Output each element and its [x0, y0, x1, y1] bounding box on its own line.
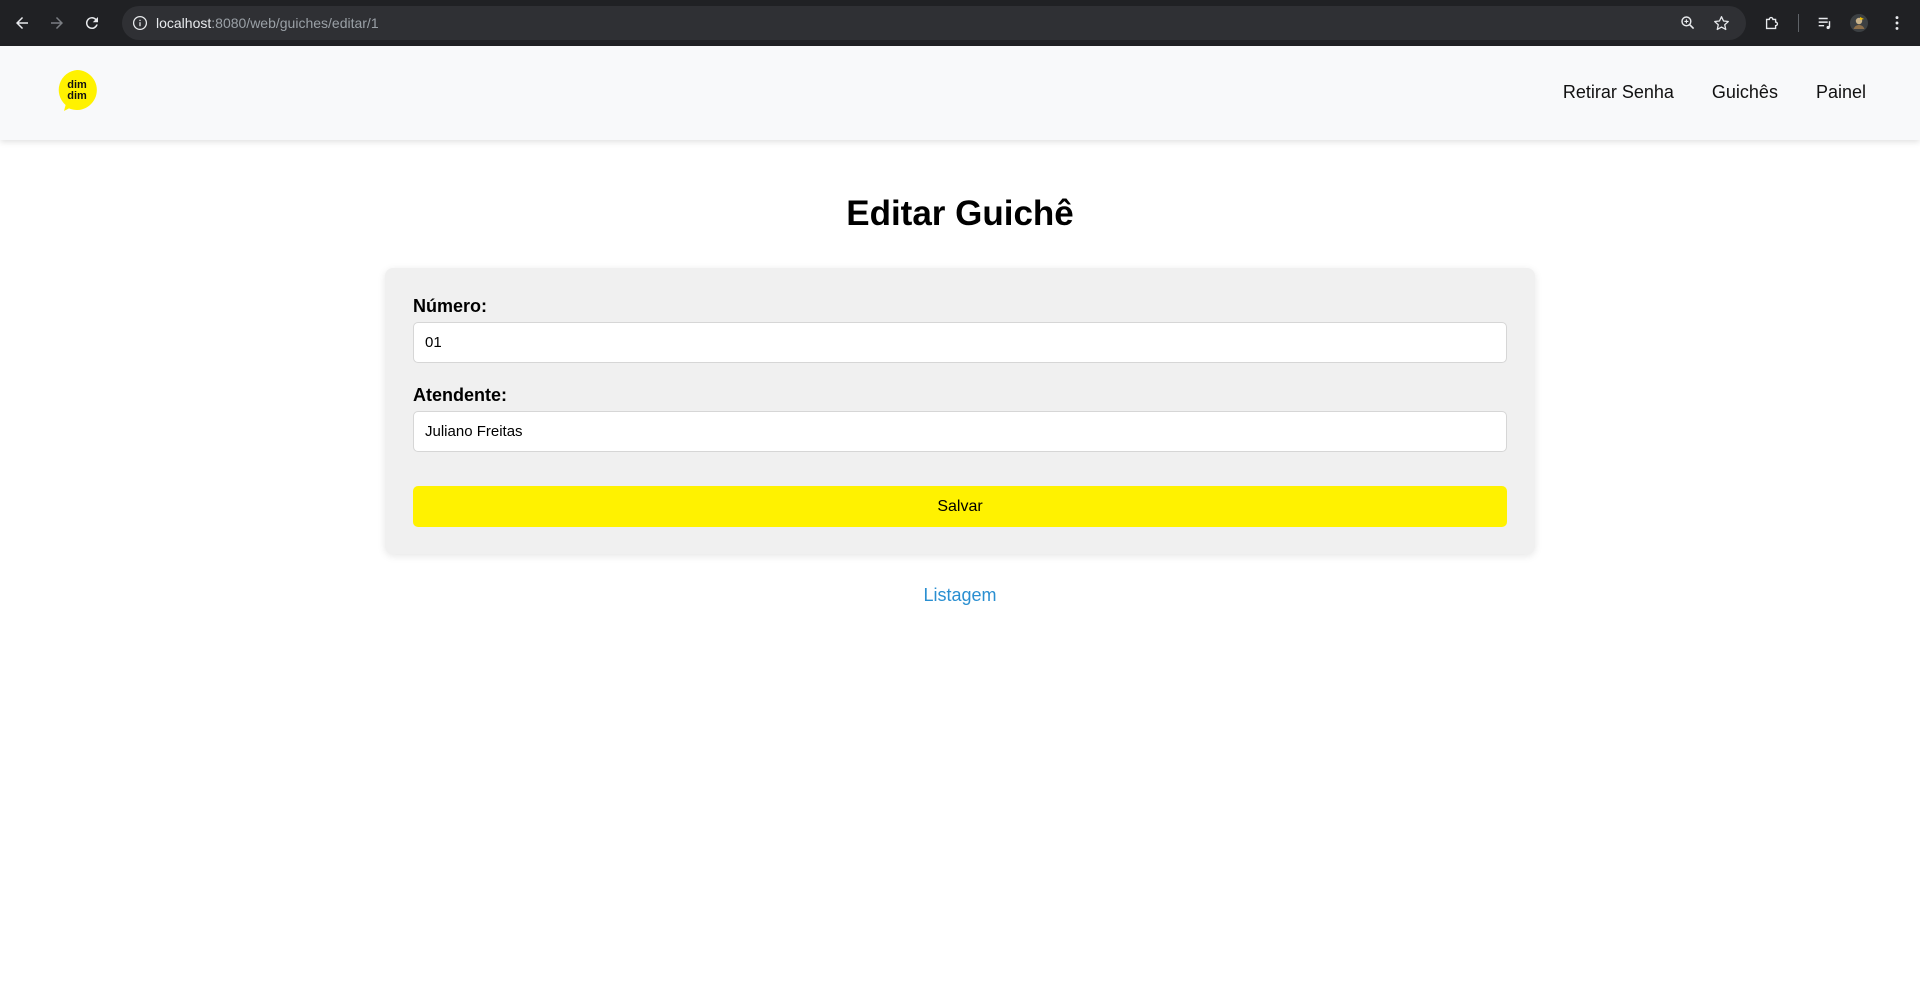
- toolbar-divider: [1798, 14, 1799, 32]
- atendente-input[interactable]: [413, 411, 1507, 452]
- back-icon[interactable]: [10, 11, 34, 35]
- nav-guiches[interactable]: Guichês: [1712, 82, 1778, 103]
- save-button[interactable]: Salvar: [413, 486, 1507, 527]
- profile-icon[interactable]: [1847, 11, 1871, 35]
- atendente-label: Atendente:: [413, 385, 507, 405]
- listagem-link[interactable]: Listagem: [923, 585, 996, 605]
- forward-icon[interactable]: [45, 11, 69, 35]
- list-link-container: Listagem: [0, 585, 1920, 606]
- extensions-icon[interactable]: [1760, 11, 1784, 35]
- nav-painel[interactable]: Painel: [1816, 82, 1866, 103]
- url-path: :8080/web/guiches/editar/1: [211, 15, 379, 31]
- main-nav: Retirar Senha Guichês Painel: [1563, 82, 1866, 103]
- url-text: localhost:8080/web/guiches/editar/1: [156, 15, 379, 31]
- page-title: Editar Guichê: [846, 194, 1074, 233]
- info-icon[interactable]: [130, 13, 150, 33]
- numero-label: Número:: [413, 296, 488, 316]
- nav-retirar-senha[interactable]: Retirar Senha: [1563, 82, 1674, 103]
- address-bar[interactable]: localhost:8080/web/guiches/editar/1: [122, 6, 1746, 40]
- dimdim-logo[interactable]: dim dim: [55, 68, 99, 112]
- zoom-icon[interactable]: [1678, 13, 1698, 33]
- site-header: dim dim Retirar Senha Guichês Painel: [0, 46, 1920, 140]
- reload-icon[interactable]: [80, 11, 104, 35]
- star-icon[interactable]: [1711, 13, 1731, 33]
- url-host: localhost: [156, 15, 212, 31]
- edit-guiche-form: Número: Atendente: Salvar: [385, 268, 1535, 554]
- browser-toolbar: localhost:8080/web/guiches/editar/1: [0, 0, 1920, 46]
- logo-text-bottom: dim: [67, 90, 87, 102]
- numero-input[interactable]: [413, 322, 1507, 363]
- menu-icon[interactable]: [1885, 11, 1909, 35]
- media-icon[interactable]: [1813, 11, 1837, 35]
